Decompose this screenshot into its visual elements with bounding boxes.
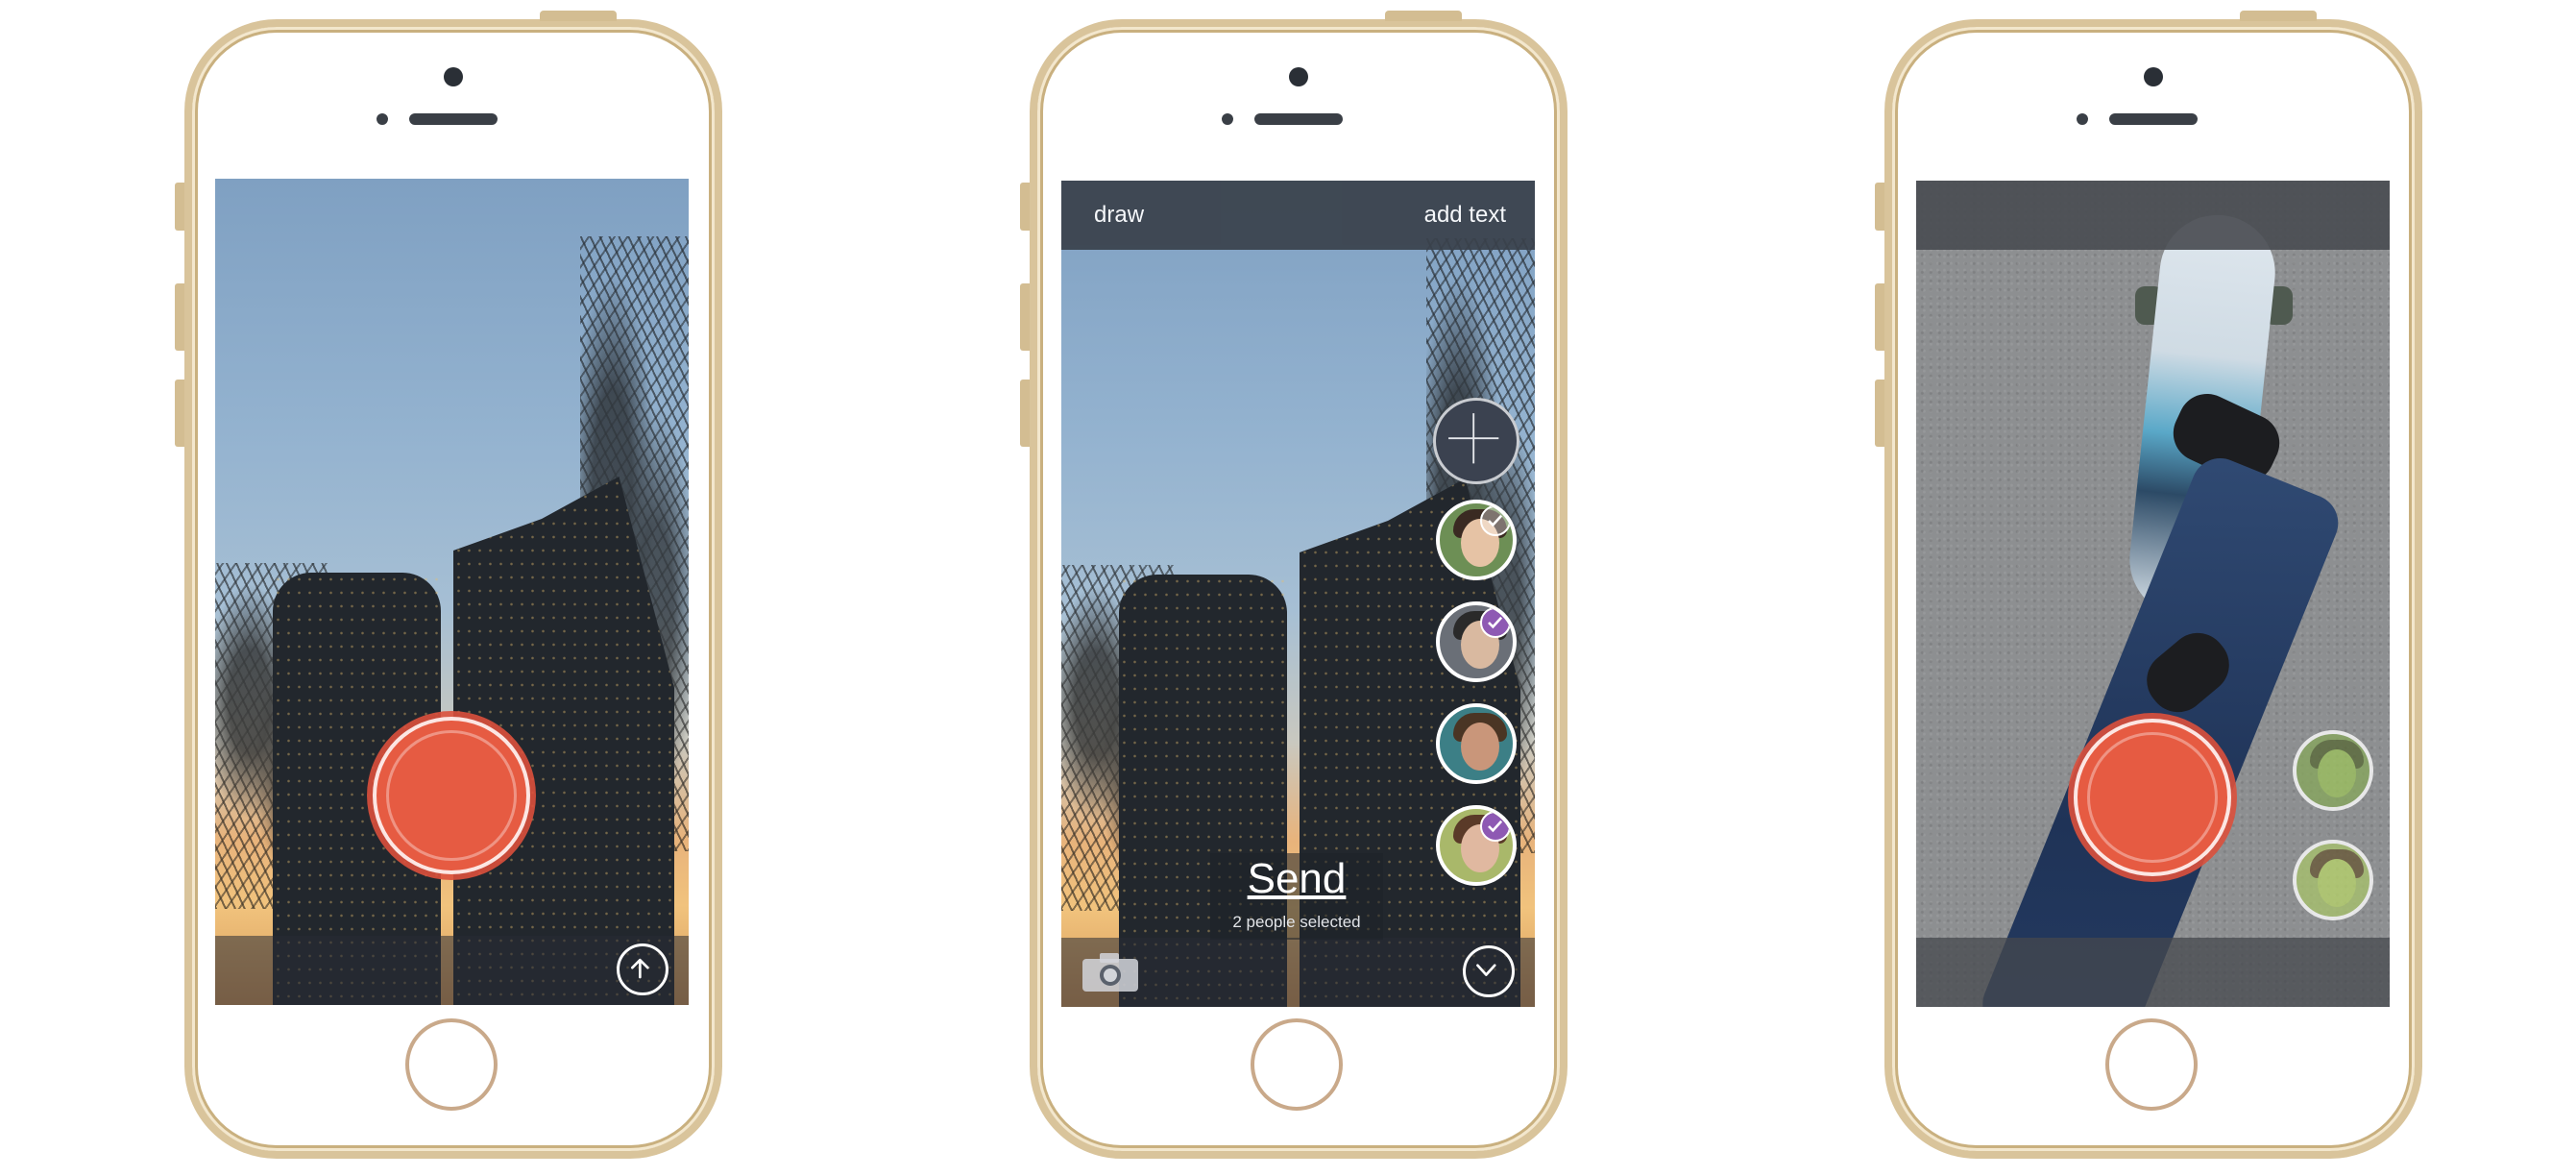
volume-down-button <box>175 380 184 447</box>
video-viewfinder[interactable] <box>1916 181 2390 1007</box>
front-camera <box>1289 67 1308 86</box>
top-bar <box>1916 181 2390 250</box>
front-camera <box>444 67 463 86</box>
phone-3 <box>1875 11 2422 1159</box>
add-contact-button[interactable] <box>1433 398 1519 484</box>
phone-1 <box>175 11 722 1159</box>
volume-up-button <box>175 283 184 351</box>
camera-icon[interactable] <box>1081 951 1140 993</box>
chevron-down-circle-icon[interactable] <box>1463 945 1515 997</box>
earpiece-speaker <box>2109 113 2198 125</box>
earpiece-speaker <box>1254 113 1343 125</box>
home-button[interactable] <box>2105 1018 2198 1111</box>
home-button[interactable] <box>1251 1018 1343 1111</box>
mute-switch <box>175 183 184 231</box>
check-icon <box>1480 607 1511 638</box>
power-button <box>2240 11 2317 21</box>
volume-up-button <box>1020 283 1030 351</box>
contact-avatar-selected[interactable] <box>1436 601 1517 682</box>
edit-toolbar: draw add text <box>1061 181 1535 250</box>
power-button <box>1385 11 1462 21</box>
contact-avatar[interactable] <box>1436 703 1517 784</box>
home-button[interactable] <box>405 1018 498 1111</box>
bottom-bar <box>1916 938 2390 1007</box>
photo-editor-screen: draw add text Send 2 people selected <box>1061 181 1535 1007</box>
volume-down-button <box>1020 380 1030 447</box>
arrow-up-circle-icon[interactable] <box>617 943 668 995</box>
volume-up-button <box>1875 283 1884 351</box>
send-button[interactable]: Send <box>1210 855 1383 903</box>
record-button[interactable] <box>2074 719 2231 876</box>
check-icon <box>1480 505 1511 536</box>
add-text-button[interactable]: add text <box>1424 202 1506 229</box>
contact-avatar[interactable] <box>2293 730 2373 811</box>
plus-icon <box>1448 413 1499 464</box>
check-icon <box>1480 811 1511 842</box>
proximity-sensor <box>2077 113 2088 125</box>
phone-2: draw add text Send 2 people selected <box>1020 11 1567 1159</box>
contact-avatar[interactable] <box>1436 500 1517 580</box>
send-panel[interactable]: Send 2 people selected <box>1210 853 1383 940</box>
camera-viewfinder[interactable] <box>215 179 689 1005</box>
mute-switch <box>1020 183 1030 231</box>
selection-count: 2 people selected <box>1232 913 1361 931</box>
proximity-sensor <box>377 113 388 125</box>
draw-button[interactable]: draw <box>1094 202 1144 229</box>
earpiece-speaker <box>409 113 498 125</box>
contact-avatar[interactable] <box>2293 840 2373 920</box>
contact-avatar-selected[interactable] <box>1436 805 1517 886</box>
front-camera <box>2144 67 2163 86</box>
power-button <box>540 11 617 21</box>
volume-down-button <box>1875 380 1884 447</box>
proximity-sensor <box>1222 113 1233 125</box>
mute-switch <box>1875 183 1884 231</box>
record-button[interactable] <box>373 717 530 874</box>
